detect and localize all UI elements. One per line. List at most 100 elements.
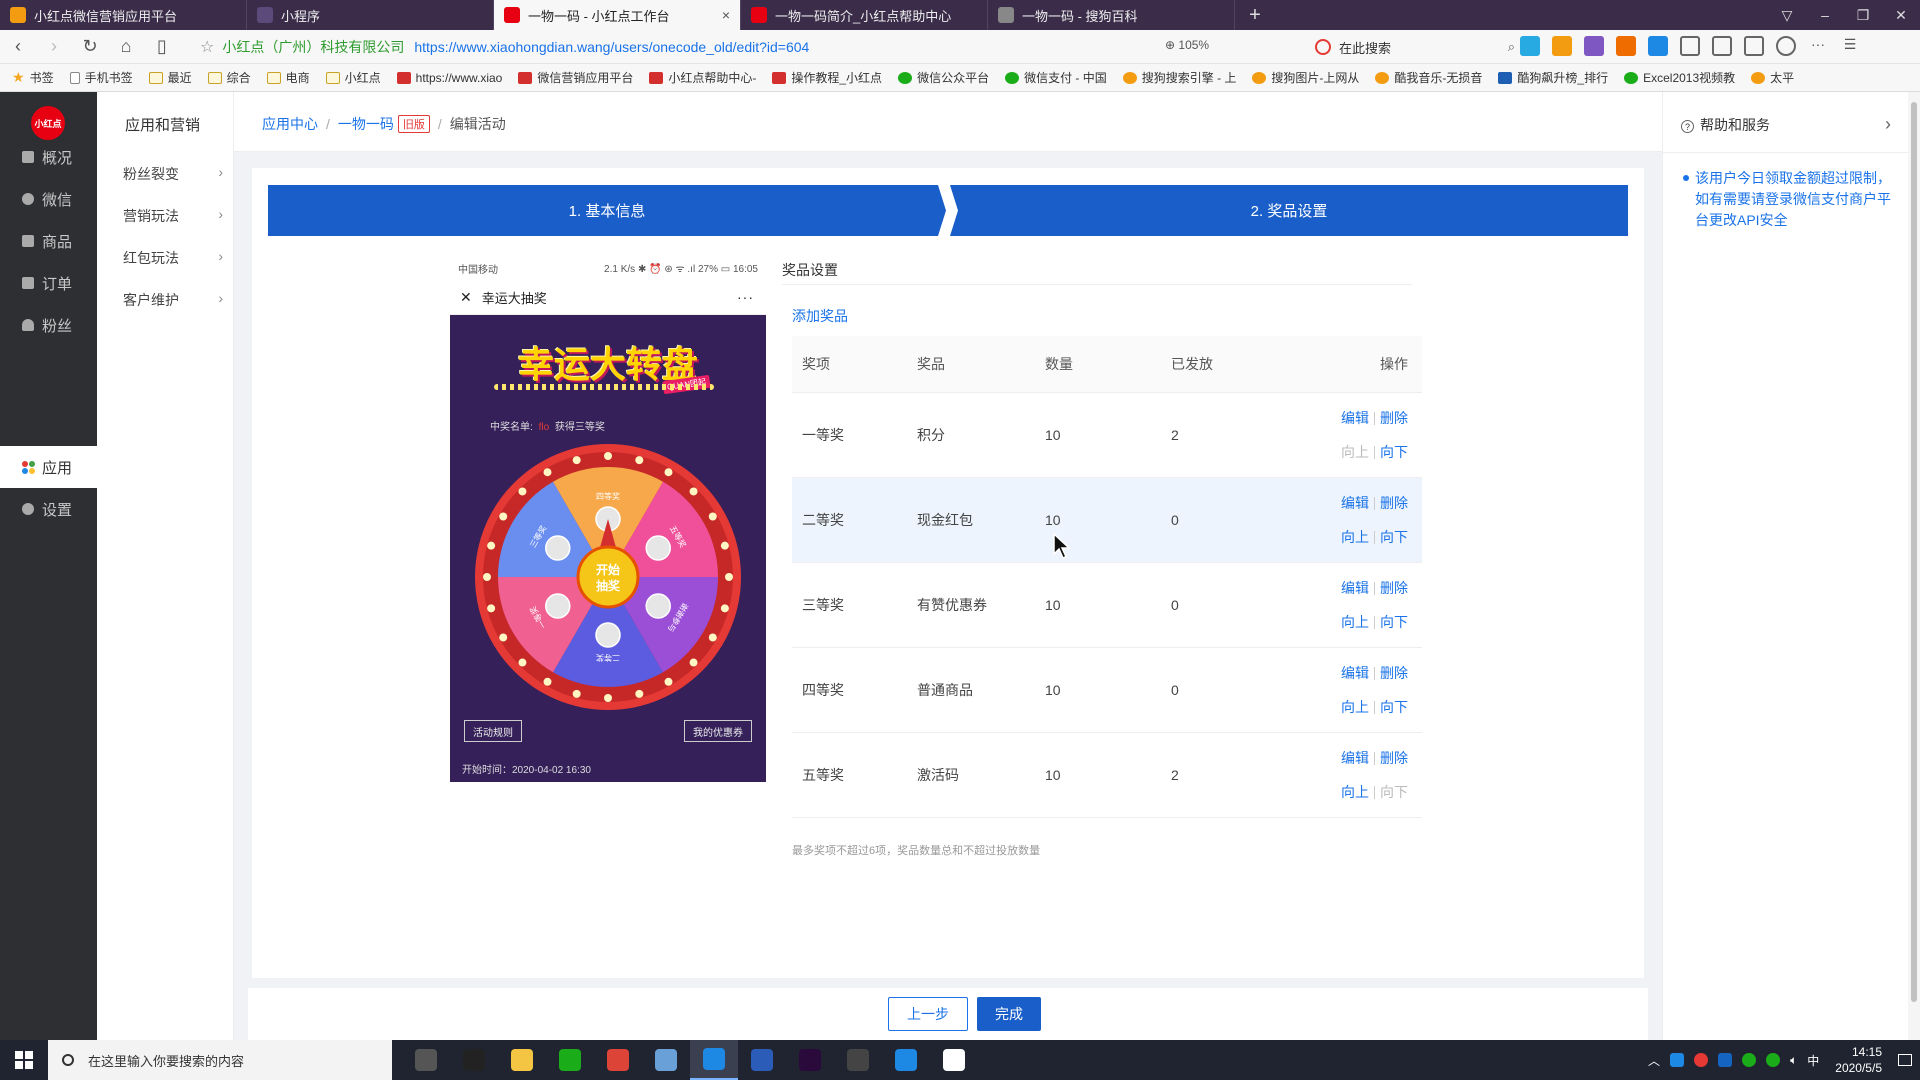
step-prize-settings[interactable]: 2. 奖品设置 <box>950 185 1628 236</box>
minimize-button[interactable]: – <box>1806 7 1844 23</box>
bookmark-item[interactable]: ★ 书签 <box>12 69 54 86</box>
bookmark-item[interactable]: https://www.xiao <box>396 71 502 85</box>
home-icon[interactable]: ⌂ <box>108 36 144 57</box>
app-logo[interactable]: 小红点 <box>31 106 65 140</box>
bookmark-item[interactable]: 微信支付 - 中国 <box>1005 69 1107 86</box>
live-ext-icon[interactable] <box>1552 36 1572 56</box>
undo-icon[interactable] <box>1744 36 1764 56</box>
previous-step-button[interactable]: 上一步 <box>888 997 968 1031</box>
browser-tab[interactable]: 小红点微信营销应用平台 <box>0 0 247 30</box>
zoom-level[interactable]: ⊕ 105% <box>1165 38 1209 52</box>
bookmark-item[interactable]: 小红点帮助中心- <box>649 69 756 86</box>
step-basic-info[interactable]: 1. 基本信息 <box>268 185 946 236</box>
edit-prize-link[interactable]: 编辑 <box>1341 408 1369 428</box>
browser-icon[interactable] <box>690 1040 738 1080</box>
move-up-link[interactable]: 向上 <box>1341 782 1369 802</box>
menu-icon[interactable]: ☰ <box>1840 36 1860 56</box>
download-icon[interactable] <box>1680 36 1700 56</box>
move-down-link[interactable]: 向下 <box>1380 697 1408 717</box>
address-bar[interactable]: ☆ 小红点（广州）科技有限公司 https://www.xiaohongdian… <box>200 34 1180 60</box>
breadcrumb-onecode[interactable]: 一物一码 <box>338 114 394 134</box>
wechat-icon[interactable] <box>546 1040 594 1080</box>
reload-icon[interactable]: ↻ <box>72 36 108 57</box>
video-ext-icon[interactable] <box>1520 36 1540 56</box>
calculator-icon[interactable] <box>402 1040 450 1080</box>
subnav-item-red-packet[interactable]: 红包玩法 › <box>123 248 223 268</box>
chevron-right-icon[interactable]: › <box>1885 114 1891 135</box>
finish-button[interactable]: 完成 <box>977 997 1041 1031</box>
browser-tab[interactable]: 一物一码 - 搜狗百科 <box>988 0 1235 30</box>
bookmark-item[interactable]: 酷我音乐-无损音 <box>1375 69 1482 86</box>
sidebar-item-goods[interactable]: 商品 <box>0 220 97 262</box>
chrome-icon[interactable] <box>594 1040 642 1080</box>
delete-prize-link[interactable]: 删除 <box>1380 408 1408 428</box>
sidebar-item-orders[interactable]: 订单 <box>0 262 97 304</box>
help-header[interactable]: ? 帮助和服务 › <box>1681 114 1891 135</box>
scissors-icon[interactable] <box>1712 36 1732 56</box>
bookmark-item[interactable]: 综合 <box>207 69 251 86</box>
tray-wechat2-icon[interactable] <box>1766 1053 1781 1067</box>
browser-tab[interactable]: 一物一码 - 小红点工作台 × <box>494 0 741 30</box>
qq-icon[interactable] <box>450 1040 498 1080</box>
move-up-link[interactable]: 向上 <box>1341 612 1369 632</box>
add-prize-link[interactable]: 添加奖品 <box>792 306 848 326</box>
delete-prize-link[interactable]: 删除 <box>1380 578 1408 598</box>
edit-prize-link[interactable]: 编辑 <box>1341 748 1369 768</box>
close-tab-icon[interactable]: × <box>722 7 730 23</box>
move-up-link[interactable]: 向上 <box>1341 697 1369 717</box>
sidebar-item-overview[interactable]: 概况 <box>0 136 97 178</box>
bookmark-item[interactable]: 操作教程_小红点 <box>772 69 882 86</box>
search-box[interactable]: 在此搜索 ⌕ <box>1315 35 1515 59</box>
bookmark-star-icon[interactable]: ☆ <box>200 37 214 57</box>
bookmark-item[interactable]: 电商 <box>266 69 310 86</box>
new-tab-button[interactable]: + <box>1235 0 1275 30</box>
tray-expand-icon[interactable]: ︿ <box>1648 1052 1660 1069</box>
bookmark-item[interactable]: 微信公众平台 <box>898 69 989 86</box>
breadcrumb-app-center[interactable]: 应用中心 <box>262 114 318 134</box>
move-down-link[interactable]: 向下 <box>1380 442 1408 462</box>
word-icon[interactable] <box>738 1040 786 1080</box>
tray-app-icon[interactable] <box>1670 1053 1685 1067</box>
help-tip[interactable]: 该用户今日领取金额超过限制，如有需要请登录微信支付商户平台更改API安全 <box>1681 168 1893 231</box>
search-icon[interactable]: ⌕ <box>1508 39 1515 55</box>
more-icon[interactable]: ··· <box>1808 36 1828 56</box>
delete-prize-link[interactable]: 删除 <box>1380 493 1408 513</box>
office-ext-icon[interactable] <box>1648 36 1668 56</box>
edit-prize-link[interactable]: 编辑 <box>1341 663 1369 683</box>
translate-ext-icon[interactable] <box>1584 36 1604 56</box>
tray-shield-icon[interactable] <box>1718 1053 1733 1067</box>
ime-indicator[interactable]: 中 <box>1807 1052 1819 1069</box>
close-window-button[interactable]: ✕ <box>1882 7 1920 24</box>
start-button[interactable] <box>0 1040 48 1080</box>
night-mode-icon[interactable] <box>1776 36 1796 56</box>
notepad-icon[interactable] <box>642 1040 690 1080</box>
sidebar-item-apps[interactable]: 应用 <box>0 446 97 488</box>
move-down-link[interactable]: 向下 <box>1380 612 1408 632</box>
bookmark-item[interactable]: 搜狗图片-上网从 <box>1252 69 1359 86</box>
sidebar-item-wechat[interactable]: 微信 <box>0 178 97 220</box>
volume-icon[interactable]: 🔈︎ <box>1790 1053 1797 1068</box>
bookmark-item[interactable]: 酷狗飙升榜_排行 <box>1498 69 1608 86</box>
move-down-link[interactable]: 向下 <box>1380 527 1408 547</box>
tray-wechat-icon[interactable] <box>1742 1053 1757 1067</box>
bookmark-item[interactable]: 搜狗搜索引擎 - 上 <box>1122 69 1236 86</box>
tray-antivirus-icon[interactable] <box>1694 1053 1709 1067</box>
bookmark-item[interactable]: 手机书签 <box>69 69 133 86</box>
bookmark-item[interactable]: Excel2013视频教 <box>1624 69 1735 86</box>
subnav-item-fan-growth[interactable]: 粉丝裂变 › <box>123 164 223 184</box>
back-icon[interactable]: ‹ <box>0 36 36 57</box>
subnav-item-customer-care[interactable]: 客户维护 › <box>123 290 223 310</box>
game-ext-icon[interactable] <box>1616 36 1636 56</box>
sidebar-item-settings[interactable]: 设置 <box>0 488 97 530</box>
forward-icon[interactable]: › <box>36 36 72 57</box>
bookmark-item[interactable]: 最近 <box>148 69 192 86</box>
edit-prize-link[interactable]: 编辑 <box>1341 493 1369 513</box>
bookmark-item[interactable]: 太平 <box>1751 69 1794 86</box>
reading-mode-icon[interactable]: ▯ <box>144 36 180 57</box>
browser-tab[interactable]: 小程序 <box>247 0 494 30</box>
edit-prize-link[interactable]: 编辑 <box>1341 578 1369 598</box>
move-up-link[interactable]: 向上 <box>1341 527 1369 547</box>
taskbar-search[interactable]: 在这里输入你要搜索的内容 <box>48 1040 392 1080</box>
notification-icon[interactable] <box>1898 1054 1912 1066</box>
restore-button[interactable]: ❐ <box>1844 7 1882 24</box>
